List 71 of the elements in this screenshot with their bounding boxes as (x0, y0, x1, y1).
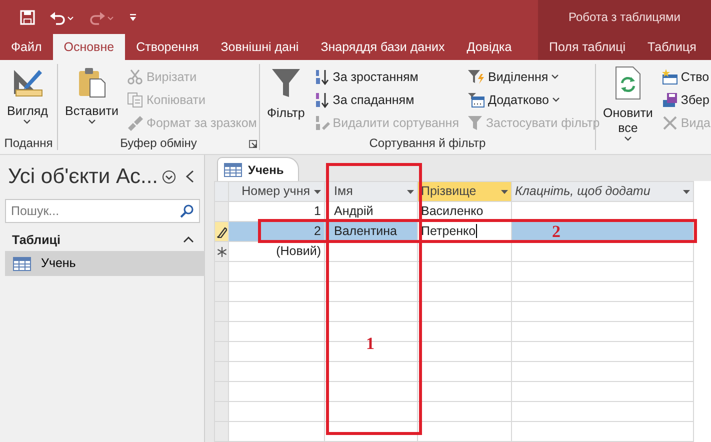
ribbon-tab[interactable]: Створення (125, 34, 210, 60)
ribbon-tab[interactable]: Поля таблиці (538, 34, 637, 60)
undo-icon[interactable] (49, 10, 75, 24)
annotation-number: 2 (552, 223, 560, 240)
refresh-icon (612, 66, 643, 100)
ribbon-button[interactable]: Фільтр (264, 64, 308, 123)
ribbon-button[interactable]: За зростанням (312, 66, 461, 88)
new-record-icon (662, 69, 678, 85)
column-header[interactable]: Клацніть, щоб додати (512, 182, 694, 202)
section-header[interactable]: Таблиці (12, 230, 60, 250)
row-selector[interactable] (214, 242, 228, 262)
scissors-icon (127, 69, 144, 85)
filter-icon (270, 66, 302, 100)
advanced-filter-icon (466, 92, 485, 108)
sort-descending-icon (314, 92, 330, 108)
column-header[interactable]: Прізвище (418, 182, 512, 202)
filter-icon (466, 115, 483, 131)
chevron-up-icon[interactable] (183, 236, 194, 244)
search-icon[interactable] (180, 204, 194, 218)
ribbon-button[interactable]: Ство (660, 66, 711, 88)
ribbon-tab[interactable]: Файл (0, 34, 53, 60)
clear-sort-icon (314, 115, 330, 131)
group-label: Сортування й фільтр (369, 136, 486, 150)
save-record-icon (662, 92, 678, 108)
ribbon-button[interactable]: Додатково (464, 89, 602, 111)
table-cell[interactable]: (Новий) (228, 242, 324, 262)
dropdown-arrow-icon[interactable] (407, 190, 414, 194)
column-header[interactable]: Імя (324, 182, 418, 202)
pencil-icon (216, 226, 226, 238)
selection-filter-icon (466, 69, 485, 85)
search-field[interactable]: Пошук... (5, 198, 200, 222)
dropdown-circle-icon[interactable] (162, 170, 176, 184)
asterisk-icon (216, 246, 226, 256)
collapse-icon[interactable] (186, 170, 194, 184)
ribbon-tab[interactable]: Основне (52, 34, 126, 60)
document-tab[interactable]: Учень (217, 157, 299, 181)
ribbon-tab[interactable]: Довідка (456, 34, 523, 60)
dropdown-arrow-icon[interactable] (314, 190, 321, 194)
caret-icon (552, 97, 560, 103)
ribbon-tab[interactable]: Таблиця (636, 34, 708, 60)
group-label: Подання (4, 136, 53, 150)
table-icon (13, 256, 31, 271)
brush-icon (127, 115, 144, 131)
caret-icon (23, 119, 32, 125)
delete-icon (662, 115, 678, 131)
ribbon-button[interactable]: Виділення (464, 66, 602, 88)
nav-item[interactable]: Учень (5, 251, 205, 276)
pane-title: Усі об'єкти Ac... (7, 164, 158, 190)
ribbon-button[interactable]: Вигляд (4, 64, 51, 127)
ribbon-button[interactable]: Збер (660, 89, 711, 111)
annotation-number: 1 (366, 335, 374, 352)
context-title: Робота з таблицями (568, 9, 681, 26)
caret-icon (624, 136, 632, 142)
ribbon-button[interactable]: За спаданням (312, 89, 461, 111)
group-label: Буфер обміну (120, 136, 197, 150)
table-icon (224, 162, 242, 176)
save-icon[interactable] (20, 10, 35, 24)
caret-icon (551, 74, 560, 80)
customize-icon[interactable] (129, 12, 137, 22)
caret-icon (88, 119, 96, 125)
ribbon-tab[interactable]: Знаряддя бази даних (310, 34, 456, 60)
ribbon-button[interactable]: Оновити все (600, 64, 656, 144)
ribbon-button[interactable]: Вставити (62, 64, 122, 127)
row-selector[interactable] (214, 222, 228, 242)
column-header[interactable]: Номер учня (228, 182, 324, 202)
dialog-launcher-icon[interactable] (249, 140, 257, 148)
sort-ascending-icon (314, 69, 330, 85)
copy-icon (127, 92, 144, 108)
ribbon-tab[interactable]: Зовнішні дані (210, 34, 310, 60)
dropdown-arrow-icon[interactable] (683, 190, 690, 194)
dropdown-arrow-icon[interactable] (501, 190, 508, 194)
